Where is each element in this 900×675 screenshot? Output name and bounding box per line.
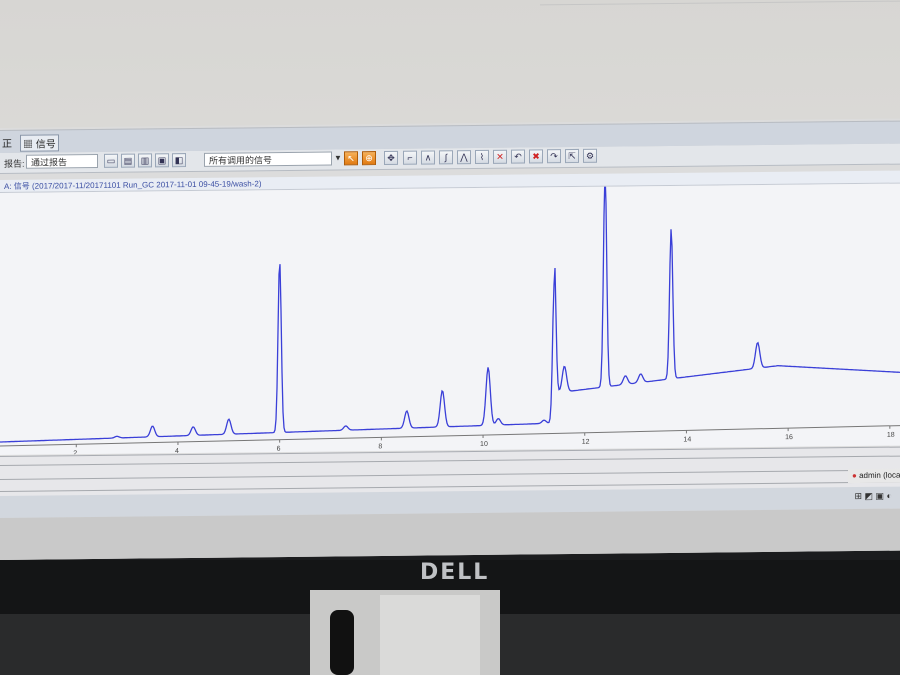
monitor-stand-neck [380,595,480,675]
signal-icon: ▦ [23,139,33,151]
delete-peak-icon[interactable]: ✕ [493,149,507,164]
x-tick-label: 12 [582,439,590,446]
x-tick-label: 8 [378,443,382,450]
undo-icon[interactable]: ↶ [511,149,525,164]
report-select[interactable]: 通过报告 [26,153,98,169]
x-tick-label: 16 [785,434,793,441]
pan-icon[interactable]: ✥ [384,150,398,165]
zoom-tool-icon[interactable]: ⊕ [362,151,376,166]
tangent-icon[interactable]: ⌇ [475,149,489,165]
x-tick-label: 14 [683,436,691,443]
print-icon[interactable]: ▣ [155,153,169,168]
tray-icons: ⊞ ◩ ▣ ◐ [854,490,893,502]
peak-icon[interactable]: ∧ [421,150,435,165]
delete-all-icon[interactable]: ✖ [529,149,543,164]
user-status[interactable]: ● admin (loca [848,468,900,484]
cable [330,610,354,675]
cursor-tool-icon[interactable]: ↖ [344,151,358,166]
x-tick-label: 18 [887,432,895,439]
menu-item-signal[interactable]: ▦ 信号 [20,134,59,152]
settings-icon[interactable]: ⚙ [583,148,597,163]
status-area [0,508,900,560]
x-axis [0,425,900,447]
menu-item-signal-label: 信号 [35,139,56,151]
x-tick-label: 6 [277,446,281,453]
new-report-icon[interactable]: ▭ [104,153,118,168]
monitor-screen: 正 ▦ 信号 报告: 通过报告 ▭ ▤ ▥ ▣ ◧ 所有调用的信号 ▼ ↖ ⊕ … [0,0,900,560]
redo-icon[interactable]: ↷ [547,149,561,164]
blank-window-area [0,0,900,129]
integrate-icon[interactable]: ∫ [439,150,453,165]
chromatogram-svg: 2 4 6 8 10 12 14 16 18 [0,183,900,455]
menu-item-1[interactable]: 正 [2,135,12,150]
preview-icon[interactable]: ◧ [172,153,186,168]
split-peak-icon[interactable]: ⋀ [457,150,471,165]
monitor-logo: DELL [420,560,490,585]
signal-trace [0,183,900,443]
chromatogram-plot[interactable]: 2 4 6 8 10 12 14 16 18 [0,183,900,455]
signal-select[interactable]: 所有调用的信号 [204,151,332,167]
report-label: 报告: [4,158,25,169]
export-icon[interactable]: ⇱ [565,148,579,164]
open-icon[interactable]: ▤ [121,153,135,168]
user-status-label: admin (loca [859,470,900,481]
chevron-down-icon[interactable]: ▼ [333,151,343,165]
folder-icon[interactable]: ▥ [138,153,152,168]
user-icon: ● [852,471,857,481]
x-tick-label: 10 [480,441,488,448]
baseline-icon[interactable]: ⌐ [403,150,417,165]
